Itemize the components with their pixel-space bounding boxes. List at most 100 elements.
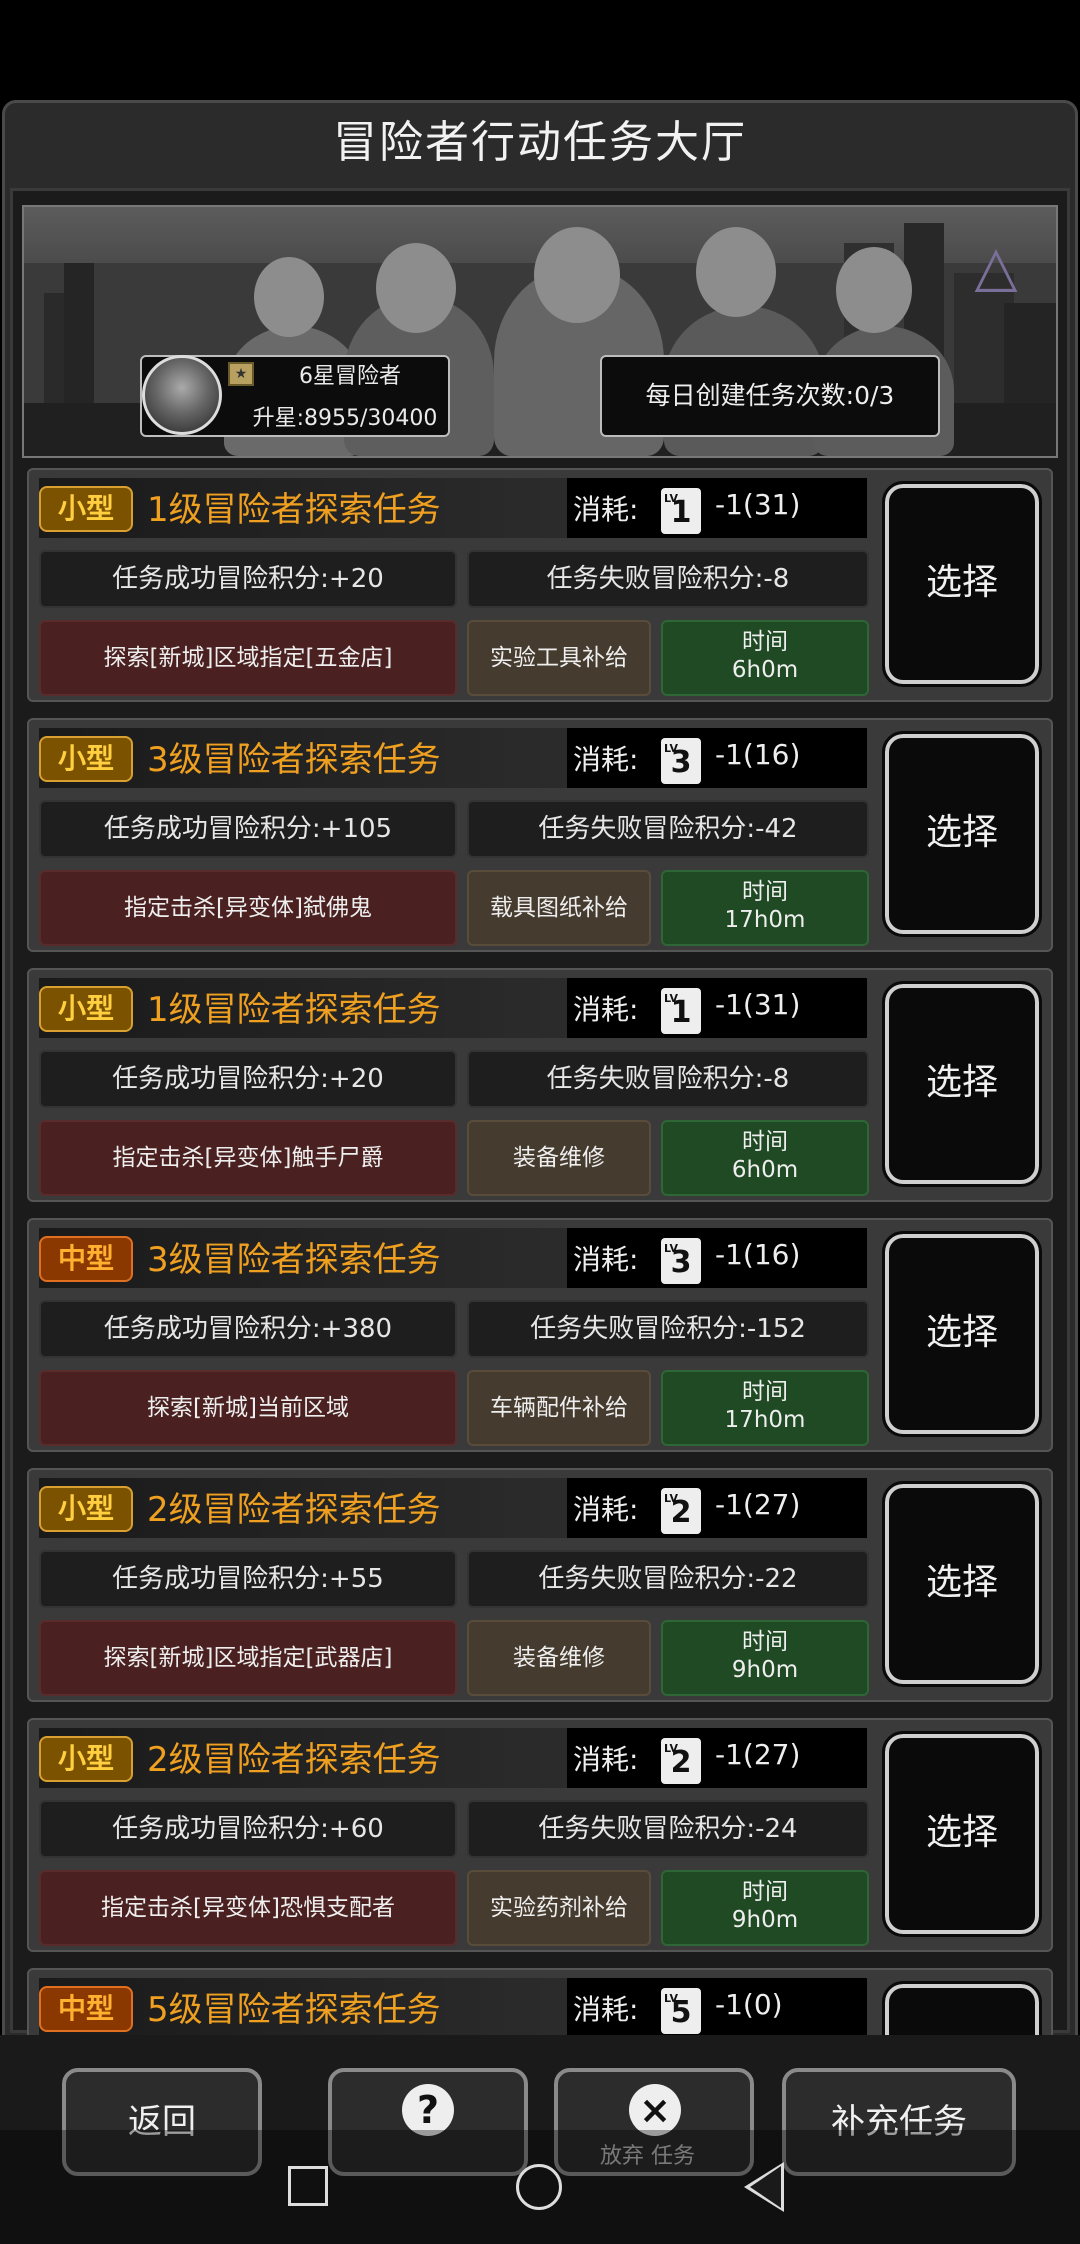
- level-card-icon: LV. 5: [661, 1988, 701, 2034]
- cost-label: 消耗:: [573, 993, 639, 1026]
- soldier-head: [254, 257, 324, 337]
- task-name: 3级冒险者探索任务: [147, 1240, 441, 1280]
- cost-label: 消耗:: [573, 1993, 639, 2026]
- cost-value: -1(31): [715, 988, 801, 1021]
- select-button[interactable]: 选择: [882, 731, 1042, 937]
- recent-apps-icon[interactable]: [288, 2166, 328, 2206]
- soldier-head: [836, 247, 912, 333]
- task-reward: 实验工具补给: [467, 620, 651, 696]
- page-title: 冒险者行动任务大厅: [333, 117, 747, 168]
- time-value: 9h0m: [731, 1657, 799, 1683]
- task-size-badge: 小型: [39, 486, 133, 532]
- soldier-head: [696, 227, 776, 317]
- task-size-badge: 中型: [39, 1986, 133, 2032]
- rank-progress: 升星:8955/30400: [252, 406, 438, 431]
- task-card[interactable]: 小型 1级冒险者探索任务 消耗: LV. 1 -1(31) 任务成功冒险积分:+20 任务失败…: [27, 968, 1053, 1202]
- cost-value: -1(31): [715, 488, 801, 521]
- task-reward: 装备维修: [467, 1620, 651, 1696]
- avatar[interactable]: [142, 355, 222, 435]
- home-icon[interactable]: [516, 2164, 562, 2210]
- fail-points: 任务失败冒险积分:-8: [467, 1050, 869, 1108]
- success-points: 任务成功冒险积分:+20: [39, 550, 457, 608]
- fail-points: 任务失败冒险积分:-24: [467, 1800, 869, 1858]
- success-points: 任务成功冒险积分:+105: [39, 800, 457, 858]
- soldier-head: [376, 243, 456, 333]
- cost-label: 消耗:: [573, 743, 639, 776]
- level-card-icon: LV. 2: [661, 1488, 701, 1534]
- task-objective: 指定击杀[异变体]恐惧支配者: [39, 1870, 457, 1946]
- time-value: 6h0m: [731, 657, 799, 683]
- task-duration: 时间 17h0m: [661, 870, 869, 946]
- faction-emblem-icon: △: [974, 234, 1018, 299]
- task-size-badge: 小型: [39, 1736, 133, 1782]
- time-value: 9h0m: [731, 1907, 799, 1933]
- fail-points: 任务失败冒险积分:-22: [467, 1550, 869, 1608]
- fail-points: 任务失败冒险积分:-8: [467, 550, 869, 608]
- task-card[interactable]: 小型 2级冒险者探索任务 消耗: LV. 2 -1(27) 任务成功冒险积分:+60 任务失败…: [27, 1718, 1053, 1952]
- cost-label: 消耗:: [573, 1243, 639, 1276]
- success-points: 任务成功冒险积分:+380: [39, 1300, 457, 1358]
- time-value: 6h0m: [731, 1157, 799, 1183]
- time-label: 时间: [742, 1129, 788, 1155]
- task-duration: 时间 9h0m: [661, 1620, 869, 1696]
- back-icon-inner: [750, 2166, 781, 2208]
- success-points: 任务成功冒险积分:+20: [39, 1050, 457, 1108]
- task-card[interactable]: 小型 1级冒险者探索任务 消耗: LV. 1 -1(31) 任务成功冒险积分:+20 任务失败…: [27, 468, 1053, 702]
- task-name: 1级冒险者探索任务: [147, 990, 441, 1030]
- cost-label: 消耗:: [573, 1743, 639, 1776]
- task-name: 2级冒险者探索任务: [147, 1740, 441, 1780]
- level-card-icon: LV. 1: [661, 488, 701, 534]
- task-objective: 探索[新城]当前区域: [39, 1370, 457, 1446]
- select-button[interactable]: 选择: [882, 1731, 1042, 1937]
- task-objective: 探索[新城]区域指定[五金店]: [39, 620, 457, 696]
- task-card[interactable]: 小型 3级冒险者探索任务 消耗: LV. 3 -1(16) 任务成功冒险积分:+105 任务失…: [27, 718, 1053, 952]
- task-reward: 装备维修: [467, 1120, 651, 1196]
- time-label: 时间: [742, 1629, 788, 1655]
- question-icon: ?: [402, 2084, 454, 2136]
- select-button[interactable]: 选择: [882, 1481, 1042, 1687]
- success-points: 任务成功冒险积分:+55: [39, 1550, 457, 1608]
- task-reward: 实验药剂补给: [467, 1870, 651, 1946]
- time-label: 时间: [742, 629, 788, 655]
- task-card[interactable]: 中型 3级冒险者探索任务 消耗: LV. 3 -1(16) 任务成功冒险积分:+380 任务失…: [27, 1218, 1053, 1452]
- level-card-icon: LV. 2: [661, 1738, 701, 1784]
- time-label: 时间: [742, 879, 788, 905]
- task-size-badge: 小型: [39, 986, 133, 1032]
- fail-points: 任务失败冒险积分:-42: [467, 800, 869, 858]
- select-button[interactable]: 选择: [882, 981, 1042, 1187]
- soldier-head: [534, 227, 620, 323]
- time-value: 17h0m: [724, 1407, 806, 1433]
- cost-value: -1(16): [715, 738, 801, 771]
- task-size-badge: 小型: [39, 1486, 133, 1532]
- task-objective: 指定击杀[异变体]触手尸爵: [39, 1120, 457, 1196]
- time-label: 时间: [742, 1879, 788, 1905]
- task-duration: 时间 6h0m: [661, 1120, 869, 1196]
- task-name: 2级冒险者探索任务: [147, 1490, 441, 1530]
- task-duration: 时间 6h0m: [661, 620, 869, 696]
- cost-label: 消耗:: [573, 1493, 639, 1526]
- task-size-badge: 中型: [39, 1236, 133, 1282]
- success-points: 任务成功冒险积分:+60: [39, 1800, 457, 1858]
- level-card-icon: LV. 3: [661, 738, 701, 784]
- task-name: 5级冒险者探索任务: [147, 1990, 441, 2030]
- select-button[interactable]: 选择: [882, 481, 1042, 687]
- task-name: 1级冒险者探索任务: [147, 490, 441, 530]
- cost-value: -1(16): [715, 1238, 801, 1271]
- level-card-icon: LV. 3: [661, 1238, 701, 1284]
- rank-name: 6星冒险者: [299, 364, 401, 389]
- task-objective: 探索[新城]区域指定[武器店]: [39, 1620, 457, 1696]
- select-button[interactable]: 选择: [882, 1231, 1042, 1437]
- time-label: 时间: [742, 1379, 788, 1405]
- time-value: 17h0m: [724, 907, 806, 933]
- task-name: 3级冒险者探索任务: [147, 740, 441, 780]
- task-card[interactable]: 小型 2级冒险者探索任务 消耗: LV. 2 -1(27) 任务成功冒险积分:+55 任务失败…: [27, 1468, 1053, 1702]
- task-objective: 指定击杀[异变体]弑佛鬼: [39, 870, 457, 946]
- task-duration: 时间 9h0m: [661, 1870, 869, 1946]
- task-duration: 时间 17h0m: [661, 1370, 869, 1446]
- task-reward: 车辆配件补给: [467, 1370, 651, 1446]
- cost-value: -1(27): [715, 1738, 801, 1771]
- task-reward: 载具图纸补给: [467, 870, 651, 946]
- close-circle-icon: ×: [629, 2084, 681, 2136]
- task-size-badge: 小型: [39, 736, 133, 782]
- cost-value: -1(0): [715, 1988, 783, 2021]
